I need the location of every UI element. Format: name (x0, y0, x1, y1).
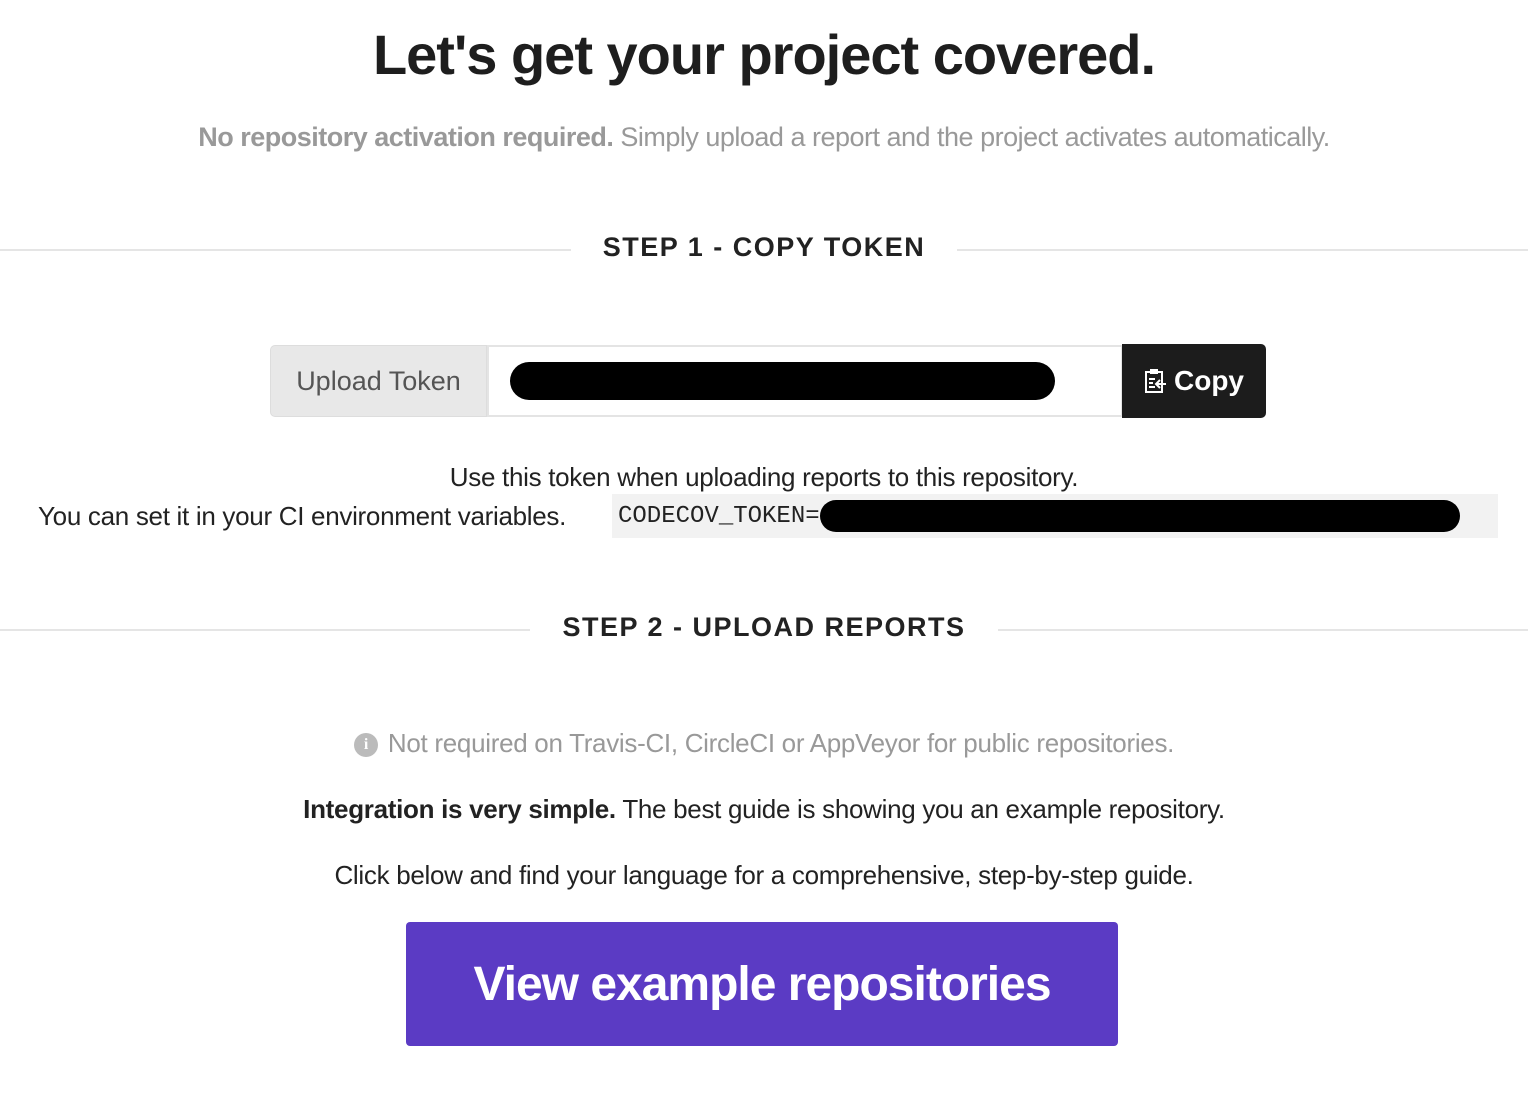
integration-bold: Integration is very simple. (303, 794, 616, 824)
step1-heading: STEP 1 - COPY TOKEN (570, 232, 958, 262)
subtitle-rest: Simply upload a report and the project a… (613, 122, 1330, 152)
page-subtitle: No repository activation required. Simpl… (0, 122, 1528, 153)
view-example-repositories-button[interactable]: View example repositories (406, 922, 1118, 1046)
step2-heading: STEP 2 - UPLOAD REPORTS (530, 612, 998, 642)
guide-text: Click below and find your language for a… (334, 860, 1194, 890)
ci-note: i Not required on Travis-CI, CircleCI or … (0, 728, 1528, 759)
redacted-token (510, 362, 1055, 400)
subtitle-bold: No repository activation required. (198, 122, 614, 152)
integration-text: Integration is very simple. The best gui… (0, 794, 1528, 825)
upload-token-field[interactable] (487, 345, 1123, 417)
redacted-env-token (819, 500, 1460, 532)
page-title: Let's get your project covered. (372, 23, 1156, 86)
integration-rest: The best guide is showing you an example… (615, 794, 1225, 824)
copy-button[interactable]: Copy (1122, 344, 1266, 418)
info-icon: i (353, 733, 378, 758)
token-usage-text: Use this token when uploading reports to… (449, 462, 1079, 492)
upload-token-label: Upload Token (270, 345, 487, 417)
clipboard-icon (1145, 369, 1166, 393)
env-var-name: CODECOV_TOKEN= (618, 502, 820, 530)
ci-note-text: Not required on Travis-CI, CircleCI or A… (387, 728, 1175, 758)
copy-label: Copy (1174, 365, 1244, 396)
env-var-code[interactable]: CODECOV_TOKEN= (612, 494, 1498, 538)
ci-env-text: You can set it in your CI environment va… (38, 501, 567, 531)
